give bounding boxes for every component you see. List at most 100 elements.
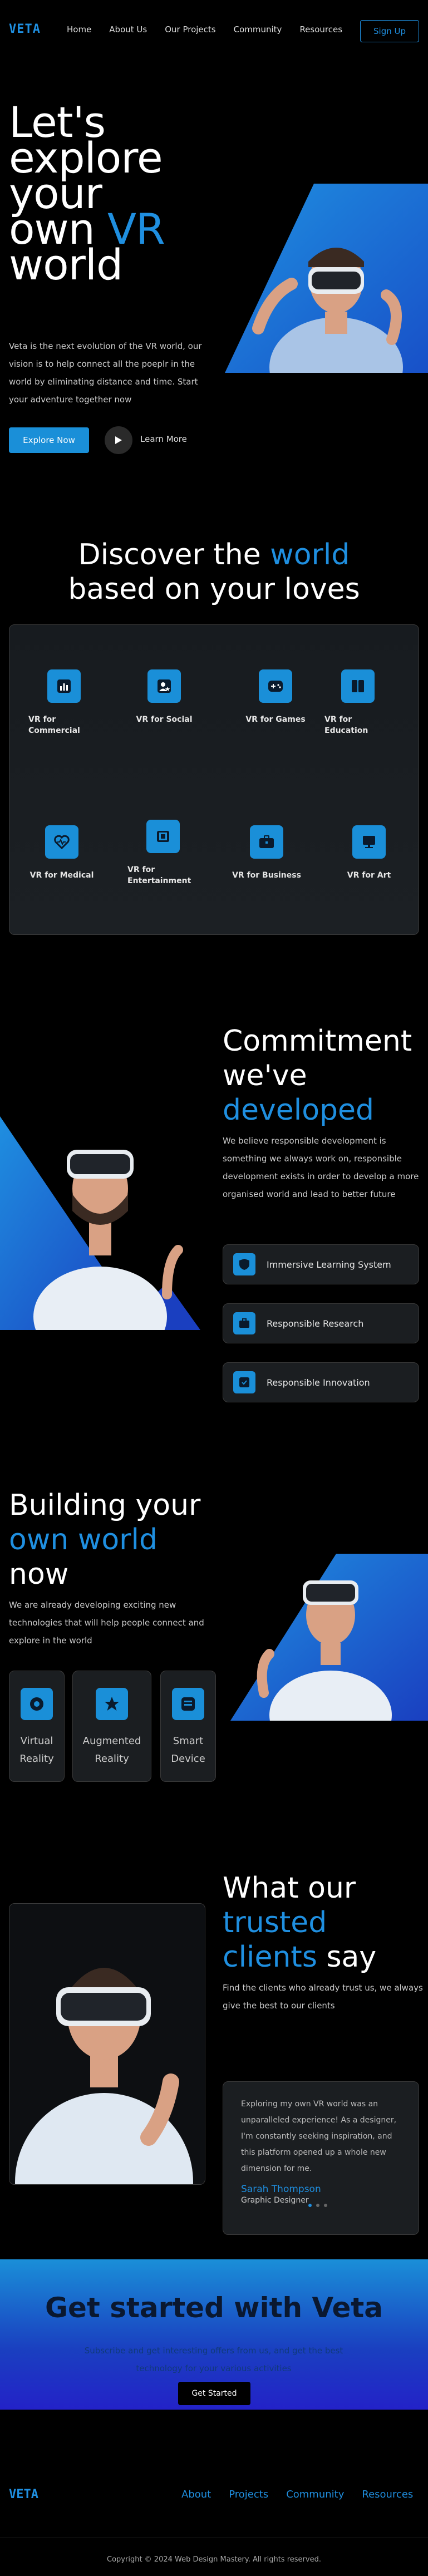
play-button[interactable] [105,426,132,454]
building-title: Building your own world now [9,1488,200,1592]
commitment-item-label: Immersive Learning System [267,1259,391,1270]
commitment-item[interactable]: Responsible Research [223,1303,419,1343]
nav-item-projects[interactable]: Our Projects [165,24,215,35]
category-card-art[interactable]: VR for Art [336,825,402,881]
tech-card-label-line: Augmented [82,1735,141,1747]
briefcase-icon [233,1312,255,1334]
category-card-social[interactable]: VR for Social [131,669,198,725]
categories-panel: VR for Commercial VR for Social VR for G… [9,624,419,935]
explore-now-button[interactable]: Explore Now [9,427,89,453]
cta-title: Get started with Veta [45,2292,383,2324]
tech-card-virtual-reality[interactable]: Virtual Reality [9,1671,65,1782]
carousel-dot[interactable] [324,2204,327,2207]
tech-card-label-line: Reality [19,1753,54,1765]
star-icon [96,1688,128,1720]
get-started-button[interactable]: Get Started [178,2382,250,2405]
category-label: VR for Entertainment [127,865,191,885]
footer-link-community[interactable]: Community [286,2489,344,2500]
tech-card-label: Augmented Reality [83,1732,141,1768]
logo[interactable]: VETA [9,22,41,36]
testimonials-title-line: clients say [223,1940,376,1974]
briefcase-icon [250,825,283,859]
testimonial-name: Sarah Thompson [241,2184,321,2195]
category-card-games[interactable]: VR for Games [242,669,309,725]
carousel-dot[interactable] [308,2204,312,2207]
category-label: VR for Social [136,715,193,724]
carousel-dots [308,2204,327,2207]
commitment-description: We believe responsible development is so… [223,1136,419,1199]
tech-card-augmented-reality[interactable]: Augmented Reality [72,1671,151,1782]
testimonials-title: What our trusted clients say [223,1871,376,1974]
bar-chart-icon [47,669,81,703]
hero-description: Veta is the next evolution of the VR wor… [9,341,202,405]
nav-item-community[interactable]: Community [234,24,282,35]
category-card-business[interactable]: VR for Business [232,825,301,881]
badge-icon [233,1371,255,1393]
category-label: VR for Art [347,871,391,880]
category-label: VR for Commercial [28,715,80,735]
category-card-commercial[interactable]: VR for Commercial [28,669,95,736]
commitment-title-line: Commitment [223,1025,412,1058]
carousel-dot[interactable] [316,2204,319,2207]
learn-more-link[interactable]: Learn More [140,434,187,444]
tech-card-label-line: Virtual [20,1735,53,1747]
discover-title: Discover the world based on your loves [0,538,428,607]
category-label: VR for Games [245,715,306,724]
footer-logo[interactable]: VETA [9,2488,38,2501]
building-vr-person-image [230,1554,428,1760]
tech-card-label-line: Smart [173,1735,204,1747]
footer-link-resources[interactable]: Resources [362,2489,413,2500]
gamepad-icon [259,669,292,703]
play-icon [115,436,122,444]
category-card-entertainment[interactable]: VR for Entertainment [127,820,194,886]
commitment-title-accent: developed [223,1094,375,1127]
category-label: VR for Business [232,871,301,880]
top-nav: VETA Home About Us Our Projects Communit… [0,0,428,56]
nav-item-home[interactable]: Home [67,24,91,35]
nav-item-about[interactable]: About Us [109,24,147,35]
building-title-accent: own world [9,1523,158,1557]
footer-link-projects[interactable]: Projects [229,2489,268,2500]
tech-card-label: Smart Device [171,1732,205,1768]
testimonial-quote: Exploring my own VR world was an unparal… [241,2100,397,2173]
nav-item-resources[interactable]: Resources [299,24,342,35]
testimonials-title-accent: clients [223,1940,317,1974]
cta-description: Subscribe and get interesting offers fro… [84,2346,343,2373]
testimonials-title-word: say [326,1940,377,1974]
heart-icon [45,825,78,859]
commitment-item[interactable]: Responsible Innovation [223,1362,419,1402]
footer-links: About Projects Community Resources [181,2489,413,2500]
commitment-item[interactable]: Immersive Learning System [223,1244,419,1284]
eye-icon [21,1688,53,1720]
discover-title-accent: world [270,538,350,572]
cta-banner: Get started with Veta Subscribe and get … [0,2259,428,2410]
testimonials-description: Find the clients who already trust us, w… [223,1983,423,2011]
category-label: VR for Education [324,715,368,735]
commitment-title: Commitment we've developed [223,1024,412,1127]
category-label: VR for Medical [29,871,94,880]
building-description: We are already developing exciting new t… [9,1600,204,1646]
shield-icon [233,1253,255,1275]
testimonial-image [9,1903,205,2185]
footer-link-about[interactable]: About [181,2489,211,2500]
copyright: Copyright © 2024 Web Design Mastery. All… [107,2555,321,2564]
commitment-item-label: Responsible Innovation [267,1377,370,1388]
tech-card-label-line: Reality [95,1753,129,1765]
tech-card-smart-device[interactable]: Smart Device [160,1671,216,1782]
building-title-line: now [9,1558,69,1591]
book-icon [341,669,375,703]
easel-icon [352,825,386,859]
category-card-medical[interactable]: VR for Medical [28,825,95,881]
social-icon [147,669,181,703]
testimonial-card: Exploring my own VR world was an unparal… [223,2081,419,2235]
tech-card-label: Virtual Reality [19,1732,54,1768]
commitment-vr-person-image [0,1094,200,1367]
building-title-line: Building your [9,1489,201,1522]
commitment-title-line: we've [223,1059,307,1092]
signup-button[interactable]: Sign Up [360,20,419,42]
commitment-item-label: Responsible Research [267,1318,364,1329]
discover-title-text: Discover the [78,538,261,572]
hero-vr-person-image [225,184,428,417]
category-card-education[interactable]: VR for Education [324,669,391,736]
tech-card-label-line: Device [171,1753,205,1765]
